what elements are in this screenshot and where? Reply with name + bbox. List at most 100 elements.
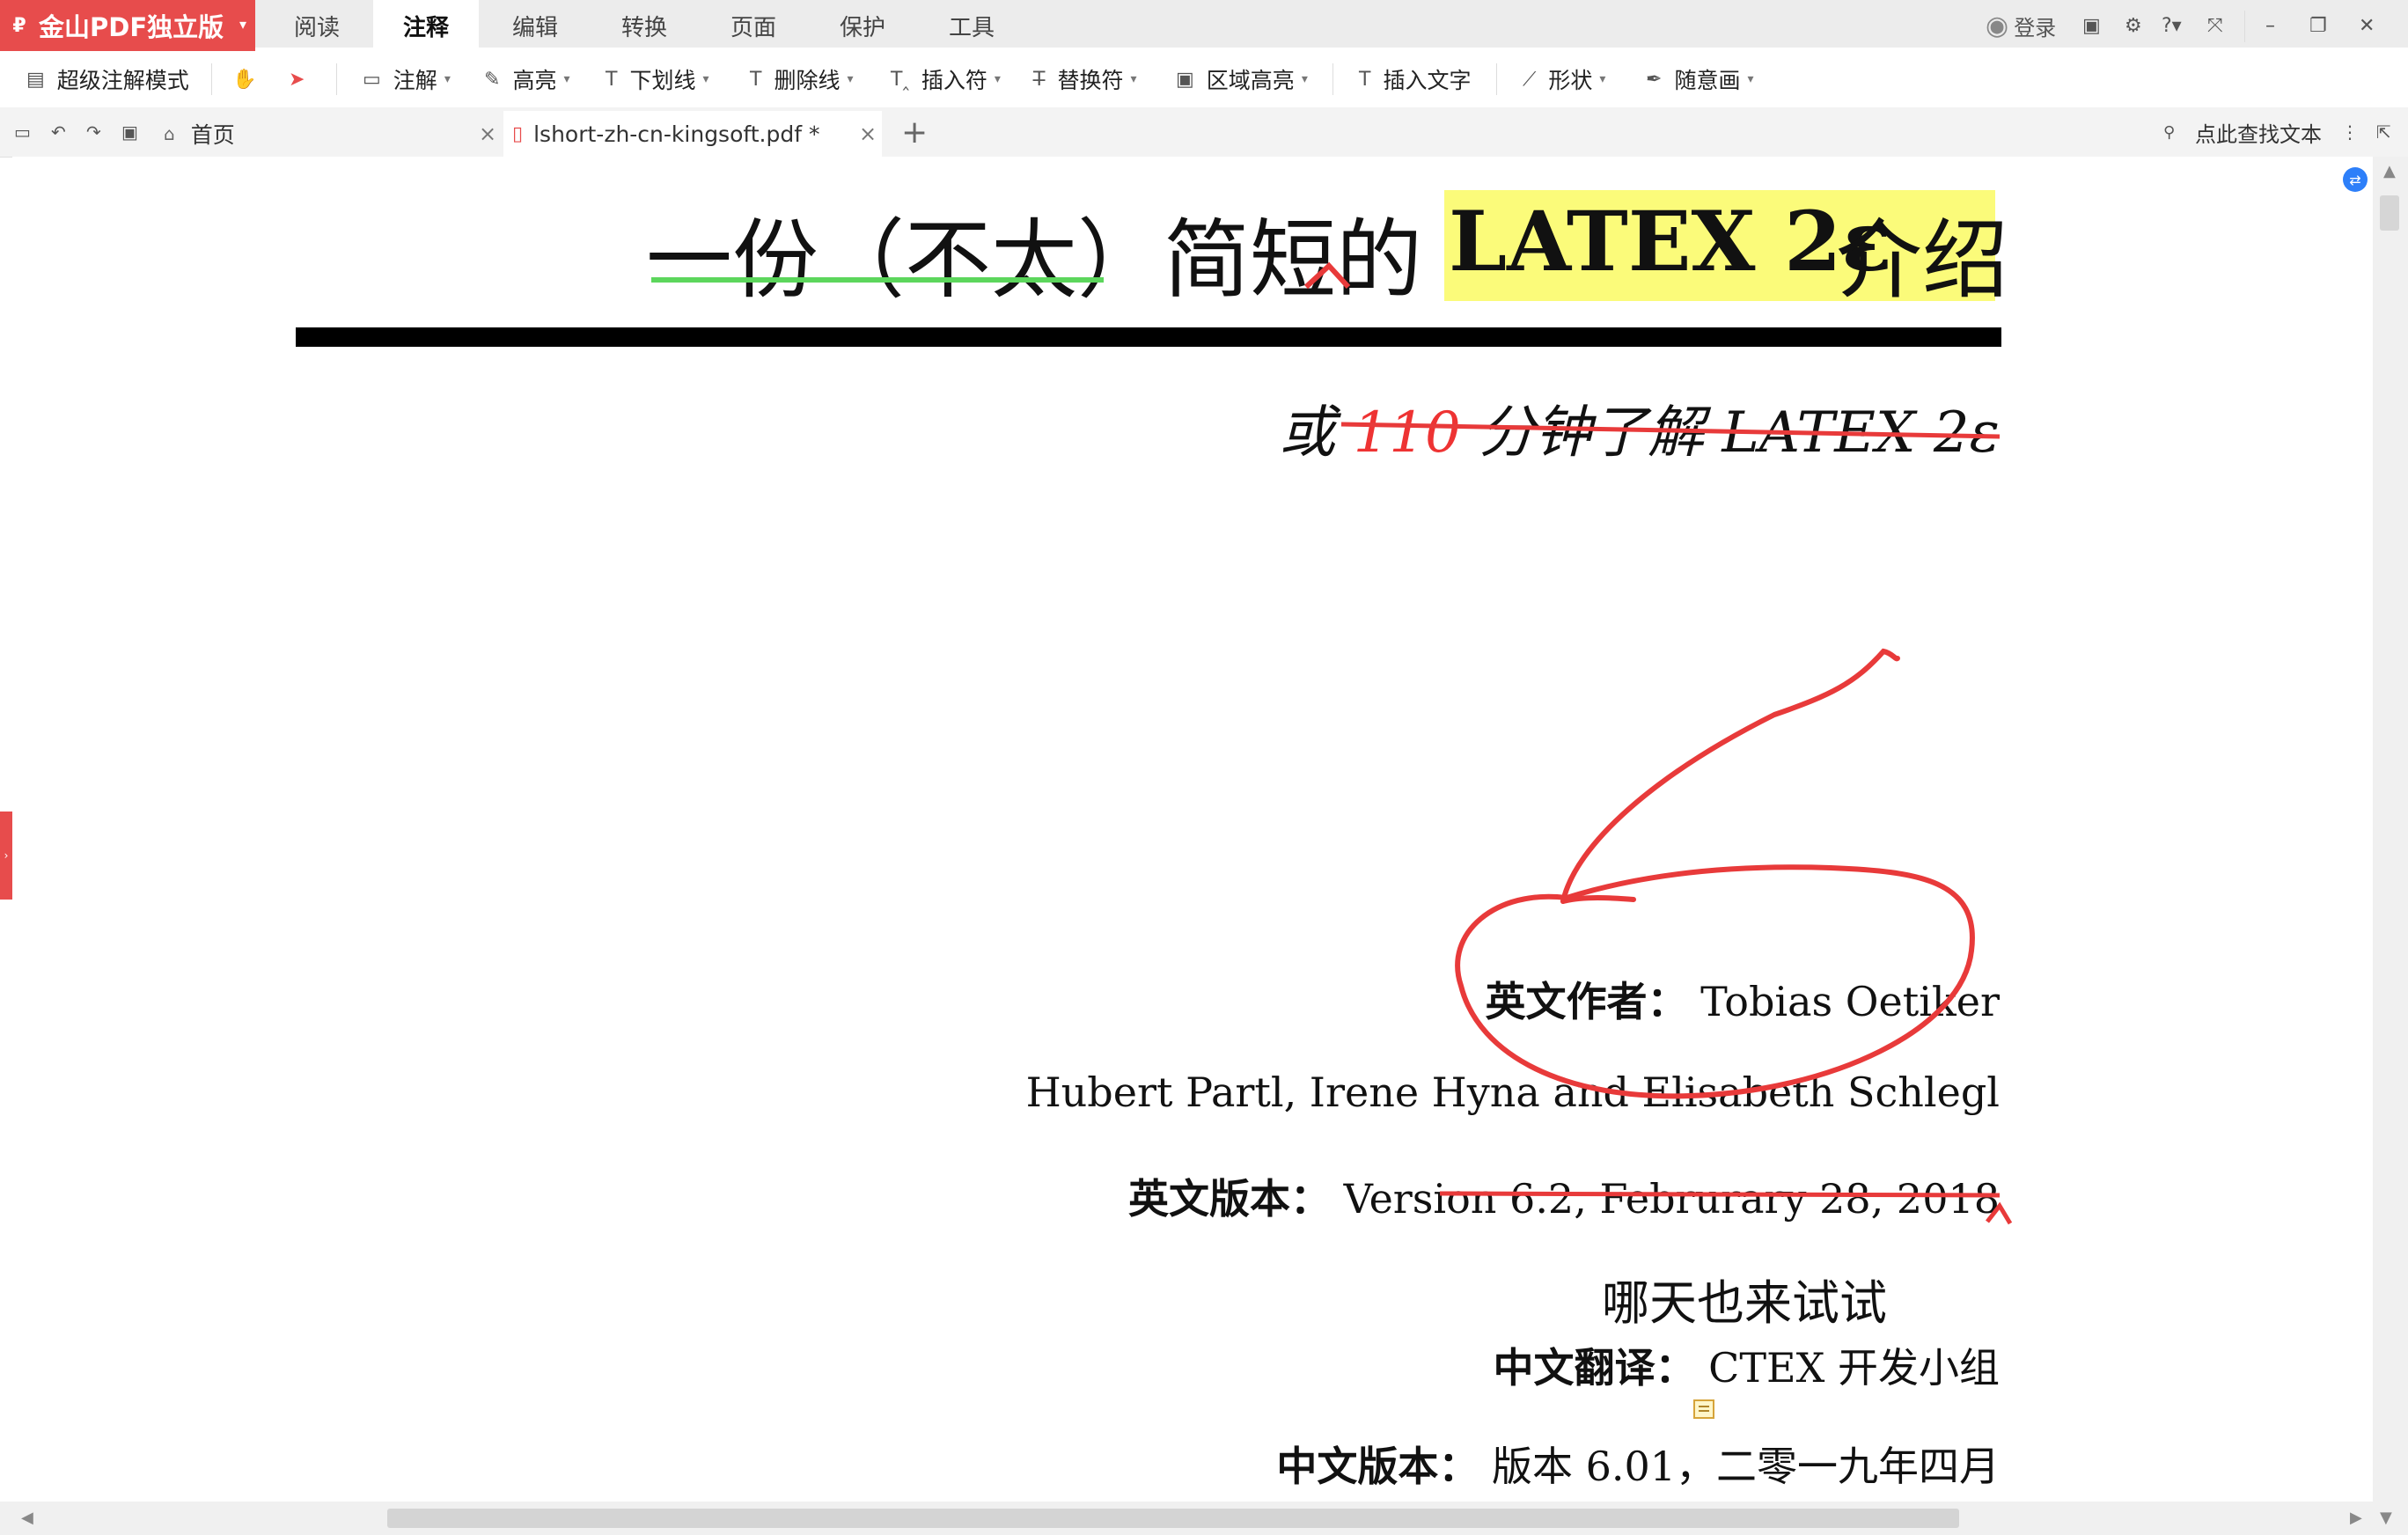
chevron-down-icon: ▾ <box>1301 72 1308 86</box>
area-highlight-button[interactable]: ▣ 区域高亮 ▾ <box>1176 51 1308 107</box>
scroll-up-icon[interactable]: ▲ <box>2383 162 2396 180</box>
chevron-down-icon: ▾ <box>239 16 246 33</box>
pdf-file-icon: ▯ <box>512 122 524 145</box>
redo-icon[interactable]: ↷ <box>86 107 101 157</box>
fullscreen-icon[interactable]: ⤧ <box>2207 0 2223 51</box>
more-icon[interactable]: ⋮ <box>2341 107 2359 157</box>
vertical-scrollbar[interactable]: ▲ <box>2373 157 2408 1502</box>
replace-mark-label: 替换符 <box>1057 68 1124 93</box>
chevron-down-icon: ▾ <box>1747 72 1754 86</box>
save-icon[interactable]: ▣ <box>121 107 138 157</box>
new-tab-icon[interactable]: + <box>901 107 928 157</box>
chevron-down-icon: ▾ <box>994 72 1001 86</box>
home-tab-label: 首页 <box>190 122 235 148</box>
insert-mark-icon: T‸ <box>891 68 909 91</box>
sidebar-toggle-handle[interactable]: › <box>0 812 12 900</box>
app-logo-icon: ₽ <box>12 14 26 37</box>
subtitle-number: 110 <box>1353 400 1461 466</box>
sticky-note-icon[interactable] <box>1693 1399 1714 1419</box>
insert-text-button[interactable]: T 插入文字 <box>1359 51 1471 107</box>
shape-label: 形状 <box>1548 68 1593 93</box>
highlighter-icon: ✎ <box>484 68 501 91</box>
select-tool-button[interactable]: ➤ <box>289 51 317 107</box>
skin-icon[interactable]: ▣ <box>2082 0 2101 51</box>
horizontal-scroll-thumb[interactable] <box>387 1509 1959 1528</box>
hand-tool-button[interactable]: ✋ <box>232 51 268 107</box>
subtitle: 或 110 分钟了解 LATEX 2ε <box>1279 387 2000 468</box>
divider <box>1496 63 1497 95</box>
tab-document[interactable]: ▯ lshort-zh-cn-kingsoft.pdf * × <box>503 111 882 159</box>
app-title: 金山PDF独立版 <box>39 12 224 42</box>
pdf-page <box>12 157 2373 1502</box>
scroll-right-icon[interactable]: ▶ <box>2350 1509 2362 1527</box>
horizontal-scrollbar[interactable]: ◀ ▶ ▼ <box>0 1502 2408 1535</box>
divider <box>2244 11 2245 42</box>
tab-read[interactable]: 阅读 <box>264 0 370 51</box>
undo-icon[interactable]: ↶ <box>51 107 66 157</box>
replace-mark-button[interactable]: T̶ 替换符 ▾ <box>1033 51 1137 107</box>
highlight-label: 高亮 <box>512 68 557 93</box>
divider <box>211 63 212 95</box>
freehand-label: 随意画 <box>1674 68 1741 93</box>
hand-icon: ✋ <box>232 68 257 91</box>
tab-edit[interactable]: 编辑 <box>482 0 588 51</box>
minimize-icon[interactable]: – <box>2265 0 2275 51</box>
tab-protect[interactable]: 保护 <box>810 0 915 51</box>
comment-icon: ▭ <box>363 68 381 91</box>
translation-value: CTEX 开发小组 <box>1708 1344 2000 1392</box>
title-rule <box>296 327 2001 347</box>
title-tail: 介绍 <box>1836 210 2009 311</box>
login-label: 登录 <box>2014 15 2057 40</box>
author-line: 英文作者： Tobias Oetiker <box>1486 970 2000 1028</box>
latex-logo-text: LATEX 2ε <box>1449 194 1892 290</box>
tab-page[interactable]: 页面 <box>701 0 806 51</box>
super-annotate-icon: ▤ <box>26 68 45 91</box>
chevron-down-icon: ▾ <box>444 72 451 86</box>
translation-line: 中文翻译： CTEX 开发小组 <box>1494 1336 2000 1394</box>
restore-icon[interactable]: ❐ <box>2309 0 2327 51</box>
highlight-button[interactable]: ✎ 高亮 ▾ <box>484 51 569 107</box>
super-annotate-label: 超级注解模式 <box>56 68 189 93</box>
freehand-button[interactable]: ✒ 随意画 ▾ <box>1646 51 1753 107</box>
note-button[interactable]: ▭ 注解 ▾ <box>363 51 451 107</box>
underline-button[interactable]: T 下划线 ▾ <box>606 51 709 107</box>
underline-icon: T <box>606 68 618 91</box>
vertical-scroll-thumb[interactable] <box>2380 195 2399 231</box>
find-text-button[interactable]: 点此查找文本 <box>2195 107 2322 157</box>
app-menu-button[interactable]: ₽ 金山PDF独立版 ▾ <box>0 0 255 51</box>
pin-icon[interactable]: ⇱ <box>2376 107 2391 157</box>
author-name: Tobias Oetiker <box>1700 978 2000 1025</box>
replace-mark-icon: T̶ <box>1033 68 1046 91</box>
close-tab-icon[interactable]: × <box>479 121 496 146</box>
strikethrough-button[interactable]: T 删除线 ▾ <box>750 51 854 107</box>
menu-bar: ₽ 金山PDF独立版 ▾ 阅读 注释 编辑 转换 页面 保护 工具 ◉ 登录 ▣… <box>0 0 2408 51</box>
tab-annotate[interactable]: 注释 <box>373 0 479 51</box>
text-box-icon: T <box>1359 68 1371 91</box>
help-icon[interactable]: ?▾ <box>2162 0 2182 51</box>
settings-icon[interactable]: ⚙ <box>2125 0 2142 51</box>
chevron-down-icon: ▾ <box>1599 72 1606 86</box>
annotation-toolbar: ▤ 超级注解模式 ✋ ➤ ▭ 注解 ▾ ✎ 高亮 ▾ T 下划线 ▾ T 删除线 ▾ T… <box>0 51 2408 108</box>
shape-button[interactable]: ⟋ 形状 ▾ <box>1523 51 1605 107</box>
super-annotate-button[interactable]: ▤ 超级注解模式 <box>26 51 189 107</box>
subtitle-suffix: 分钟了解 LATEX 2ε <box>1479 400 2000 466</box>
search-icon: ⚲ <box>2163 122 2176 142</box>
open-folder-icon[interactable]: ▭ <box>14 107 31 157</box>
tab-tools[interactable]: 工具 <box>919 0 1024 51</box>
close-tab-icon[interactable]: × <box>859 121 877 146</box>
insert-text-label: 插入文字 <box>1383 68 1472 93</box>
coauthors-line: Hubert Partl, Irene Hyna and Elisabeth S… <box>1025 1069 2000 1116</box>
translate-fab-icon[interactable]: ⇄ <box>2343 167 2368 192</box>
close-icon[interactable]: ✕ <box>2359 0 2375 51</box>
version-value: Version 6.2, Februrary 28, 2018 <box>1343 1175 2000 1223</box>
inserted-text-annotation[interactable]: 哪天也来试试 <box>1602 1264 1887 1333</box>
login-button[interactable]: ◉ 登录 <box>1986 0 2056 51</box>
tab-convert[interactable]: 转换 <box>591 0 697 51</box>
chevron-down-icon: ▾ <box>1130 72 1137 86</box>
tab-home[interactable]: ⌂ 首页 × <box>153 111 498 157</box>
insert-mark-button[interactable]: T‸ 插入符 ▾ <box>891 51 1001 107</box>
scroll-down-icon[interactable]: ▼ <box>2380 1509 2392 1527</box>
chevron-down-icon: ▾ <box>847 72 854 86</box>
pen-icon: ✒ <box>1646 68 1663 91</box>
scroll-left-icon[interactable]: ◀ <box>21 1509 33 1527</box>
